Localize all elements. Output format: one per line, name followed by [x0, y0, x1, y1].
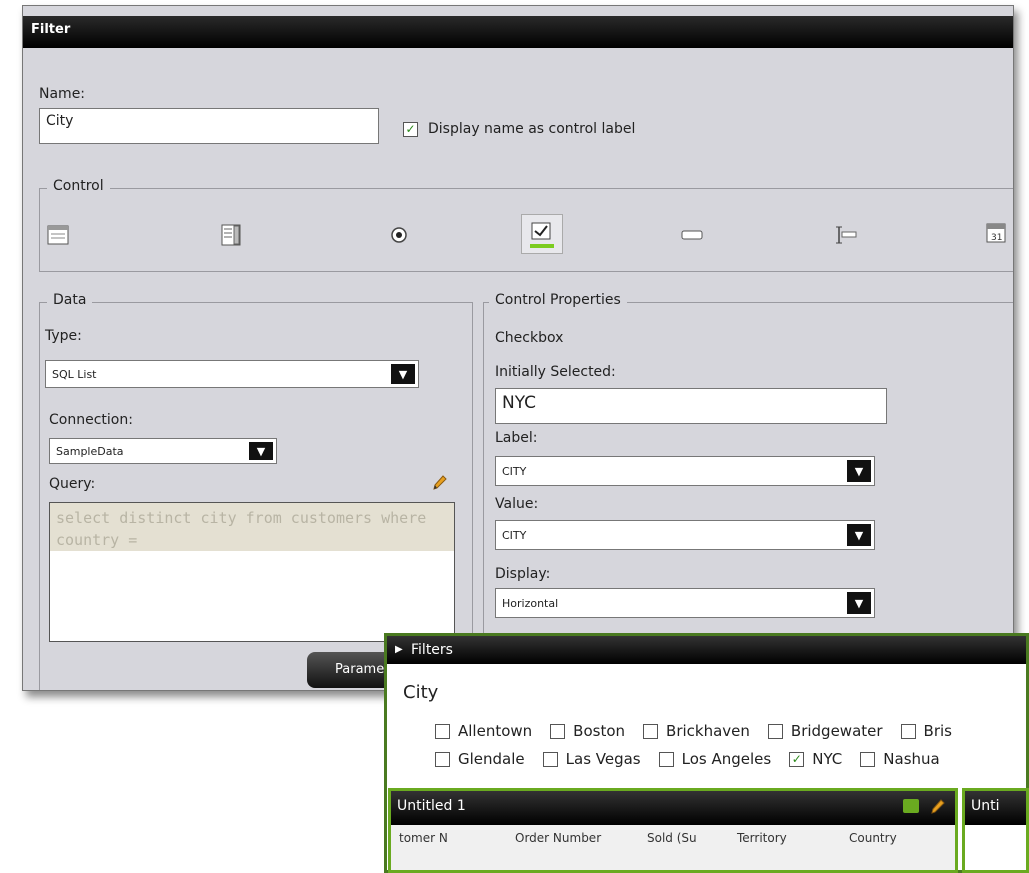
name-label: Name: — [39, 86, 86, 102]
option-las-vegas[interactable]: Las Vegas — [542, 750, 641, 768]
column-header[interactable]: tomer N — [399, 831, 448, 845]
option-brickhaven[interactable]: Brickhaven — [643, 722, 750, 740]
column-header[interactable]: Country — [849, 831, 897, 845]
type-label: Type: — [45, 328, 82, 344]
option-bris[interactable]: Bris — [900, 722, 952, 740]
checkbox[interactable] — [767, 723, 783, 739]
city-group-label: City — [403, 682, 439, 703]
label-select[interactable]: CITY ▼ — [495, 456, 875, 486]
dialog-title-bar[interactable]: Filter — [23, 16, 1013, 48]
display-name-checkbox[interactable]: ✓ — [403, 122, 418, 137]
value-field-label: Value: — [495, 496, 539, 512]
triangle-right-icon[interactable]: ▶ — [395, 636, 403, 664]
option-nashua[interactable]: Nashua — [860, 750, 940, 768]
checkbox-checked[interactable]: ✓ — [789, 751, 805, 767]
option-label: Las Vegas — [565, 750, 641, 768]
chevron-down-icon[interactable]: ▼ — [847, 524, 871, 546]
column-header[interactable]: Order Number — [515, 831, 601, 845]
checkbox[interactable] — [658, 751, 674, 767]
option-label: NYC — [812, 750, 843, 768]
option-label: Allentown — [458, 722, 533, 740]
initially-selected-input[interactable]: NYC — [495, 388, 887, 424]
option-boston[interactable]: Boston — [550, 722, 625, 740]
connection-label: Connection: — [49, 412, 133, 428]
option-label: Los Angeles — [681, 750, 772, 768]
checkbox[interactable] — [435, 751, 450, 767]
label-select-value: CITY — [502, 464, 527, 478]
svg-text:31: 31 — [991, 233, 1002, 243]
slider-icon[interactable] — [835, 224, 857, 246]
option-label: Bris — [923, 722, 952, 740]
option-label: Boston — [573, 722, 626, 740]
control-properties-legend: Control Properties — [489, 292, 627, 308]
column-header[interactable]: Sold (Su — [647, 831, 697, 845]
option-bridgewater[interactable]: Bridgewater — [767, 722, 883, 740]
filter-dialog: Filter Name: City ✓ Display name as cont… — [22, 5, 1014, 691]
checkbox[interactable] — [550, 723, 566, 739]
date-picker-icon[interactable]: 31 — [985, 220, 1007, 243]
city-options-row-1: Allentown Boston Brickhaven Bridgewater … — [435, 722, 952, 740]
chevron-down-icon[interactable]: ▼ — [249, 442, 273, 460]
value-select-value: CITY — [502, 528, 527, 542]
query-text: select distinct city from customers wher… — [50, 503, 454, 551]
option-nyc[interactable]: ✓ NYC — [789, 750, 842, 768]
option-allentown[interactable]: Allentown — [435, 722, 532, 740]
checkbox-control-selected[interactable] — [521, 214, 563, 254]
label-field-label: Label: — [495, 430, 538, 446]
chevron-down-icon[interactable]: ▼ — [847, 592, 871, 614]
filters-title: Filters — [411, 642, 453, 658]
checkbox[interactable] — [900, 723, 916, 739]
query-textarea[interactable]: select distinct city from customers wher… — [49, 502, 455, 642]
display-field-label: Display: — [495, 566, 551, 582]
pencil-edit-icon[interactable] — [431, 474, 447, 496]
checkbox[interactable] — [643, 723, 659, 739]
connection-select-value: SampleData — [56, 444, 124, 458]
display-select[interactable]: Horizontal ▼ — [495, 588, 875, 618]
data-legend: Data — [47, 292, 93, 308]
chevron-down-icon[interactable]: ▼ — [391, 364, 415, 384]
chevron-down-icon[interactable]: ▼ — [847, 460, 871, 482]
checkbox[interactable] — [542, 751, 558, 767]
option-label: Nashua — [883, 750, 940, 768]
option-los-angeles[interactable]: Los Angeles — [658, 750, 772, 768]
untitled-2-title-bar[interactable]: Unti — [965, 791, 1026, 825]
filters-title-bar[interactable]: ▶ Filters — [387, 636, 1026, 664]
display-select-value: Horizontal — [502, 596, 559, 610]
connection-select[interactable]: SampleData ▼ — [49, 438, 277, 464]
untitled-panel-2: Unti — [962, 788, 1029, 873]
type-select[interactable]: SQL List ▼ — [45, 360, 419, 388]
display-name-label: Display name as control label — [428, 121, 636, 137]
multi-list-icon[interactable] — [220, 224, 242, 246]
control-legend: Control — [47, 178, 110, 194]
export-icon[interactable] — [903, 799, 919, 813]
value-select[interactable]: CITY ▼ — [495, 520, 875, 550]
query-label: Query: — [49, 476, 96, 492]
type-select-value: SQL List — [52, 367, 97, 381]
list-box-icon[interactable] — [47, 224, 69, 246]
initially-selected-label: Initially Selected: — [495, 364, 616, 380]
untitled-panel: Untitled 1 tomer N Order Number Sold (Su… — [388, 788, 958, 873]
checkbox[interactable] — [435, 723, 450, 739]
option-label: Bridgewater — [790, 722, 883, 740]
pencil-edit-icon[interactable] — [929, 797, 945, 827]
checkbox[interactable] — [860, 751, 876, 767]
name-input[interactable]: City — [39, 108, 379, 144]
city-options-row-2: Glendale Las Vegas Los Angeles ✓ NYC Nash… — [435, 750, 940, 768]
radio-button-icon[interactable] — [388, 224, 410, 246]
option-label: Glendale — [458, 750, 525, 768]
option-glendale[interactable]: Glendale — [435, 750, 525, 768]
option-label: Brickhaven — [666, 722, 750, 740]
control-type-text: Checkbox — [495, 330, 564, 346]
column-header[interactable]: Territory — [737, 831, 787, 845]
textbox-icon[interactable] — [681, 224, 703, 246]
untitled-title: Untitled 1 — [397, 798, 466, 814]
untitled-title-bar[interactable]: Untitled 1 — [391, 791, 955, 825]
